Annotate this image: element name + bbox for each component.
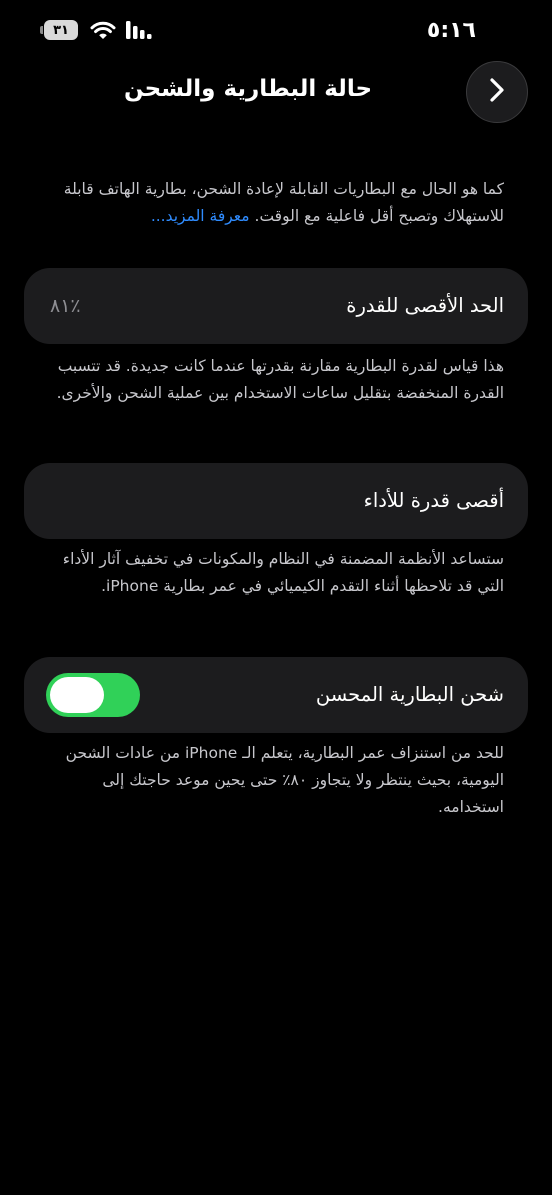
cellular-signal-icon	[126, 21, 152, 39]
toggle-knob	[50, 677, 104, 713]
battery-body: ٣١	[44, 20, 78, 40]
back-button[interactable]	[466, 61, 528, 123]
max-capacity-note: هذا قياس لقدرة البطارية مقارنة بقدرتها ع…	[56, 357, 504, 402]
max-capacity-label: الحد الأقصى للقدرة	[346, 294, 504, 317]
battery-level: ٣١	[53, 22, 69, 38]
peak-performance-cell: أقصى قدرة للأداء	[24, 463, 528, 539]
navigation-header: حالة البطارية والشحن	[0, 58, 552, 128]
battery-cap	[40, 26, 43, 34]
learn-more-link[interactable]: معرفة المزيد...	[151, 207, 250, 225]
optimized-charging-toggle[interactable]	[46, 673, 140, 717]
max-capacity-cell: الحد الأقصى للقدرة ٨١٪	[24, 268, 528, 344]
status-icons: ٣١	[40, 20, 152, 40]
peak-performance-note: ستساعد الأنظمة المضمنة في النظام والمكون…	[62, 550, 504, 595]
chevron-right-icon	[487, 77, 507, 107]
optimized-charging-cell: شحن البطارية المحسن	[24, 657, 528, 733]
status-bar: ٣١ ٥:١٦	[0, 0, 552, 60]
max-capacity-value: ٨١٪	[50, 295, 81, 317]
optimized-charging-label: شحن البطارية المحسن	[315, 683, 504, 706]
optimized-charging-note: للحد من استنزاف عمر البطارية، يتعلم الـ …	[65, 744, 504, 816]
battery-icon: ٣١	[40, 20, 80, 40]
wifi-icon	[90, 20, 116, 40]
intro-text: كما هو الحال مع البطاريات القابلة لإعادة…	[40, 176, 504, 230]
status-time: ٥:١٦	[426, 18, 476, 43]
intro-description: كما هو الحال مع البطاريات القابلة لإعادة…	[63, 180, 504, 225]
peak-performance-label: أقصى قدرة للأداء	[363, 489, 504, 512]
